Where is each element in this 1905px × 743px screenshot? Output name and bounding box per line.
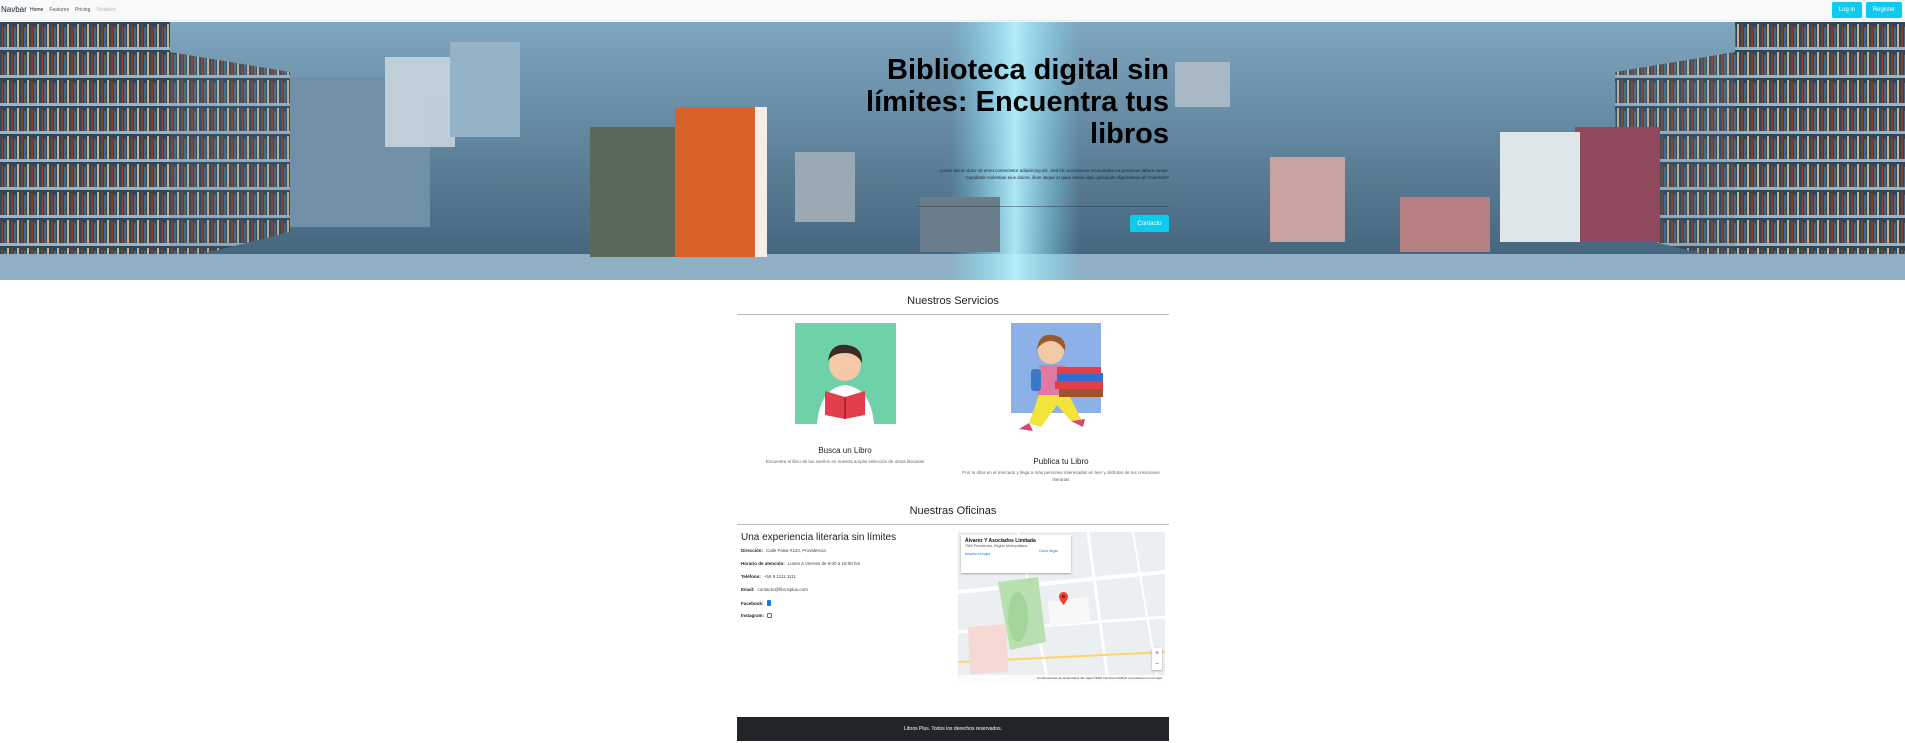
map-zoom-controls[interactable]: + − — [1152, 648, 1162, 670]
map-place-card: Álvarez Y Asociados Limitada 7500 Provid… — [961, 535, 1071, 573]
nav-link-disabled: Disabled — [96, 7, 116, 13]
map-attribution[interactable]: Combinaciones de teclas Datos del mapa ©… — [958, 675, 1165, 682]
map-directions-link[interactable]: Cómo llegar — [1039, 549, 1058, 553]
contact-button[interactable]: Contacto — [1130, 215, 1169, 232]
office-hours: Horario de atención: Lunes a Viernes de … — [741, 561, 860, 566]
office-email-value[interactable]: contacto@librosplus.com — [758, 587, 808, 592]
nav-link-pricing[interactable]: Pricing — [75, 7, 90, 13]
office-facebook: Facebook: — [741, 600, 771, 606]
office-instagram: Instagram: — [741, 613, 773, 618]
offices-divider — [737, 524, 1169, 525]
location-pin-icon[interactable] — [1059, 592, 1068, 605]
login-button[interactable]: Log in — [1832, 2, 1862, 18]
hero-description: Lorem ipsum dolor sit amet consectetur a… — [939, 168, 1169, 180]
zoom-out-icon[interactable]: − — [1152, 659, 1162, 670]
page-footer: Libros Plus. Todos los derechos reservad… — [737, 717, 1169, 741]
hero-title: Biblioteca digital sin límites: Encuentr… — [866, 54, 1169, 150]
hero-banner: Biblioteca digital sin límites: Encuentr… — [0, 22, 1905, 280]
service-title-search: Busca un Libro — [818, 446, 872, 455]
instagram-icon[interactable] — [767, 613, 773, 618]
offices-title: Nuestras Oficinas — [909, 505, 997, 517]
office-hours-label: Horario de atención: — [741, 561, 785, 566]
facebook-icon[interactable] — [766, 600, 771, 606]
office-address-value: Calle Falsa #123, Providencia — [766, 548, 826, 553]
navbar: Navbar Home Features Pricing Disabled Lo… — [0, 0, 1905, 21]
office-email-label: Email: — [741, 587, 755, 592]
office-instagram-label: Instagram: — [741, 613, 765, 618]
office-phone-label: Teléfono: — [741, 574, 761, 579]
office-facebook-label: Facebook: — [741, 600, 764, 606]
service-title-publish: Publica tu Libro — [1033, 457, 1089, 466]
office-phone-value: +56 9 1111 1111 — [763, 574, 796, 579]
nav-link-home[interactable]: Home — [30, 7, 43, 13]
service-text-search: Encuentra el libro de tus sueños en nues… — [765, 459, 925, 464]
nav-links: Home Features Pricing Disabled — [30, 7, 116, 13]
services-divider — [737, 314, 1169, 315]
office-email: Email: contacto@librosplus.com — [741, 587, 808, 592]
office-address: Dirección: Calle Falsa #123, Providencia — [741, 548, 826, 553]
office-hours-value: Lunes a Viernes de 9:00 a 18:00 hrs — [787, 561, 861, 566]
google-map[interactable]: Álvarez Y Asociados Limitada 7500 Provid… — [958, 532, 1165, 682]
nav-link-features[interactable]: Features — [49, 7, 69, 13]
office-phone: Teléfono: +56 9 1111 1111 — [741, 574, 796, 579]
register-button[interactable]: Register — [1866, 2, 1902, 18]
hero-divider — [917, 206, 1169, 207]
offices-heading: Una experiencia literaria sin límites — [741, 532, 897, 543]
office-address-label: Dirección: — [741, 548, 764, 553]
footer-text: Libros Plus. Todos los derechos reservad… — [903, 726, 1002, 732]
services-title: Nuestros Servicios — [907, 295, 999, 307]
service-text-publish: Pon tu obra en el mercado y llega a más … — [962, 470, 1160, 482]
navbar-brand[interactable]: Navbar — [1, 5, 27, 14]
girl-carrying-books-image — [1011, 323, 1103, 431]
zoom-in-icon[interactable]: + — [1152, 648, 1162, 659]
reading-boy-image — [795, 323, 896, 424]
